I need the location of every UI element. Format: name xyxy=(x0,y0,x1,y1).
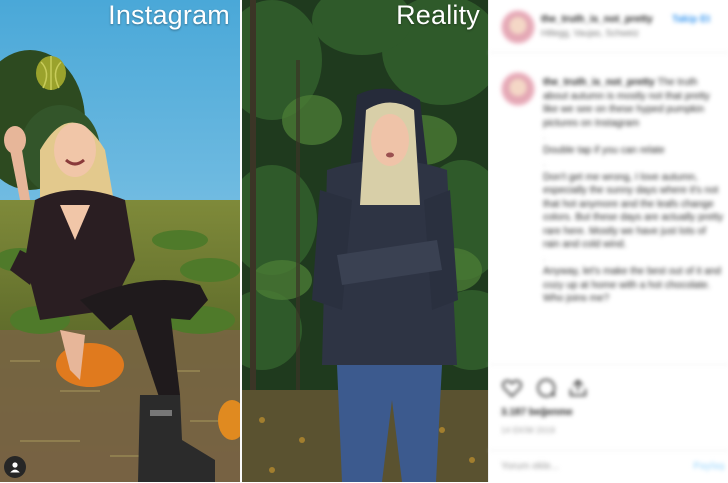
instagram-photo: Instagram xyxy=(0,0,240,482)
tagged-user-icon[interactable] xyxy=(4,456,26,478)
caption-paragraph-4: Anyway, let's make the best out of it an… xyxy=(543,266,721,304)
reality-photo: Reality xyxy=(242,0,488,482)
share-icon[interactable] xyxy=(567,377,589,399)
comment-bar: Yorum ekle... Paylaş xyxy=(489,450,728,483)
post-location[interactable]: Hillegg, Vaujas, Schweiz xyxy=(541,28,639,38)
reality-photo-illustration xyxy=(242,0,488,482)
avatar[interactable] xyxy=(501,10,535,44)
caption-separator: . xyxy=(543,131,546,142)
follow-button[interactable]: Takip Et xyxy=(672,14,710,25)
caption-separator: . xyxy=(543,158,546,169)
caption-paragraph-2: Double tap if you can relate xyxy=(543,144,665,156)
post-actions: 3.187 beğenme 14 EKİM 2019 xyxy=(489,364,728,451)
comment-input[interactable]: Yorum ekle... xyxy=(501,461,559,472)
instagram-photo-illustration xyxy=(0,0,240,482)
person-icon xyxy=(10,462,20,473)
post-header: the_truth_is_not_pretty Takip Et Hillegg… xyxy=(489,0,728,53)
post-caption: the_truth_is_not_pretty The truth about … xyxy=(543,76,725,306)
post-time: 14 EKİM 2019 xyxy=(501,426,556,435)
caption-avatar[interactable] xyxy=(501,72,535,106)
post-sidebar: the_truth_is_not_pretty Takip Et Hillegg… xyxy=(488,0,728,482)
caption-paragraph-3: Don't get me wrong, I love autumn, espec… xyxy=(543,171,724,251)
caption-separator: . xyxy=(543,252,546,264)
instagram-caption: Instagram xyxy=(108,0,230,30)
heart-icon[interactable] xyxy=(501,377,523,399)
reality-caption: Reality xyxy=(396,0,480,30)
header-username[interactable]: the_truth_is_not_pretty xyxy=(541,14,653,25)
post-comment-button[interactable]: Paylaş xyxy=(693,461,725,472)
likes-count[interactable]: 3.187 beğenme xyxy=(501,407,573,418)
comment-icon[interactable] xyxy=(535,377,557,399)
caption-username[interactable]: the_truth_is_not_pretty xyxy=(543,77,655,88)
